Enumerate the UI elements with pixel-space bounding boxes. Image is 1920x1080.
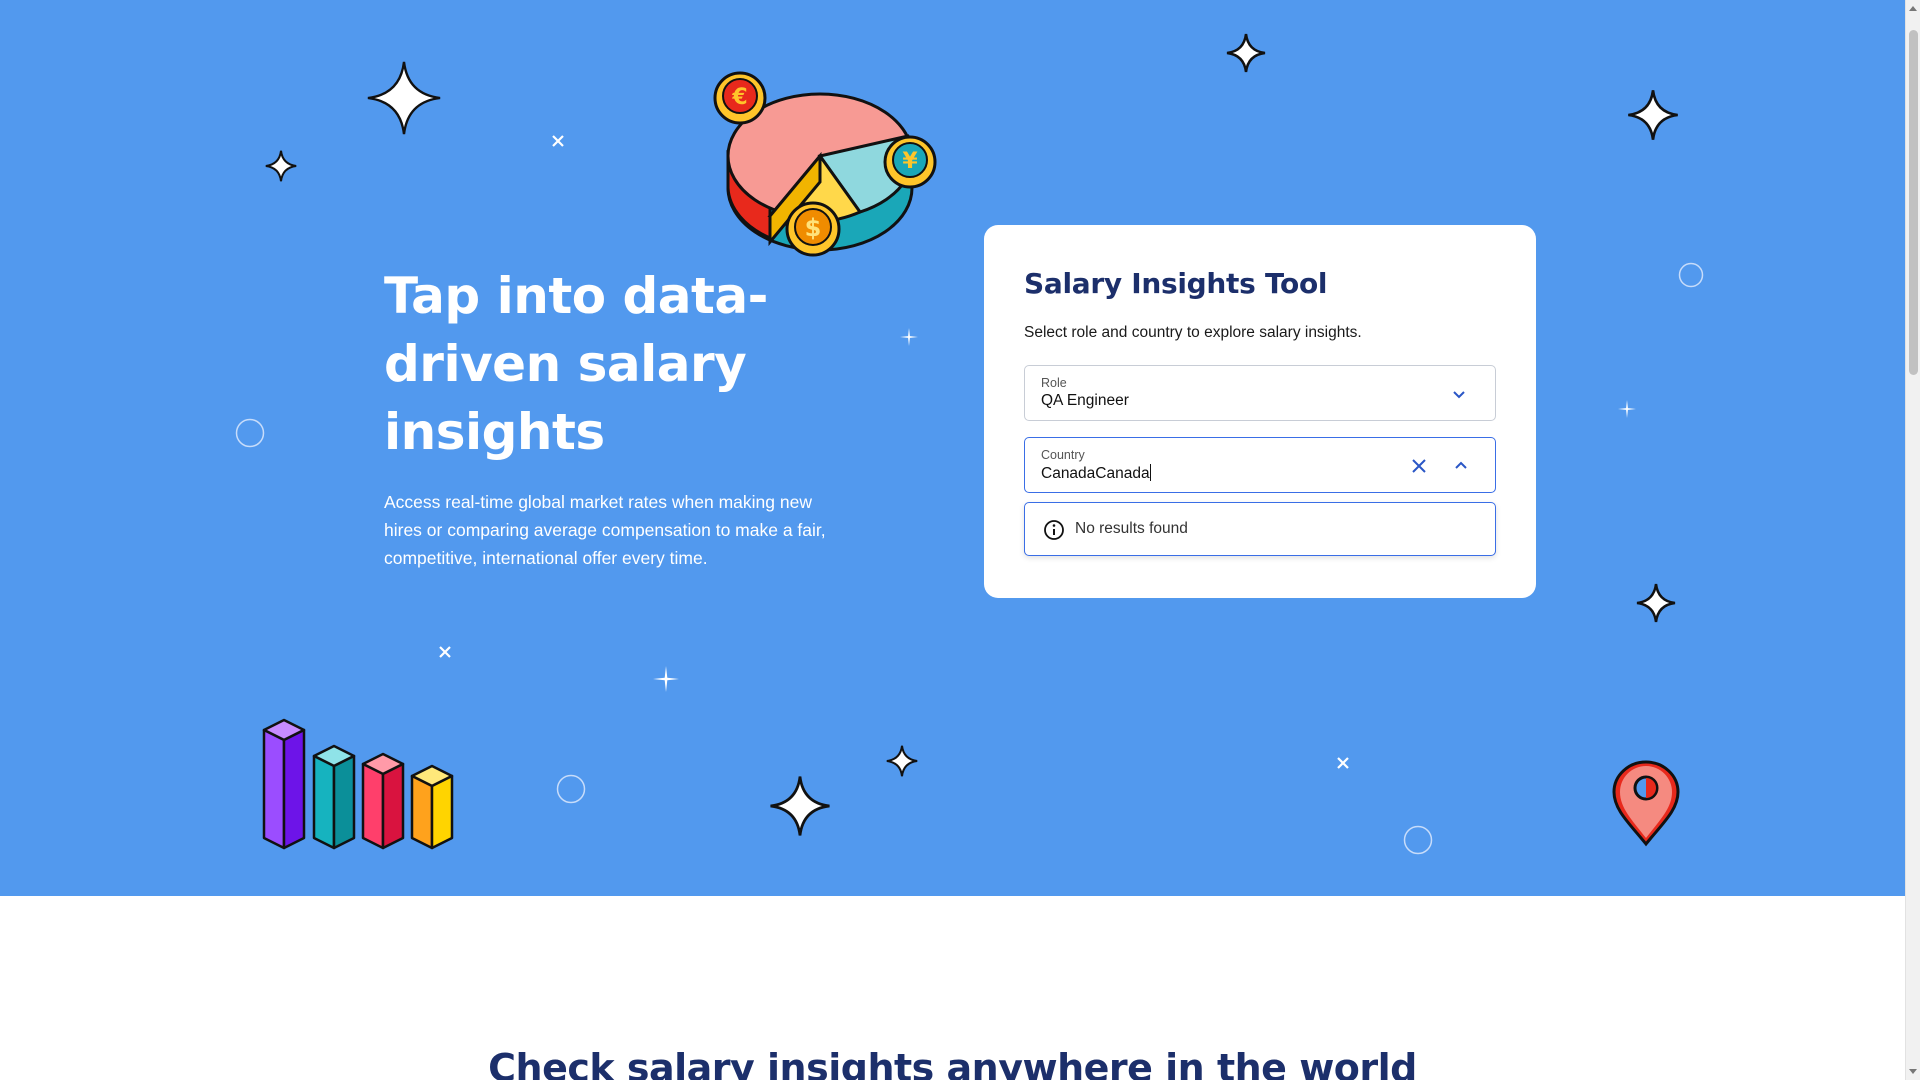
- hero-text: Tap into data-driven salary insights Acc…: [384, 262, 854, 572]
- sparkle-icon: [1636, 583, 1676, 623]
- cross-icon: [1337, 757, 1349, 769]
- role-value: QA Engineer: [1041, 392, 1129, 409]
- salary-insights-card: Salary Insights Tool Select role and cou…: [984, 225, 1536, 598]
- pie-chart-coins-illustration: € ¥ $: [713, 71, 937, 257]
- page-scrollbar[interactable]: [1905, 0, 1920, 1080]
- scroll-thumb[interactable]: [1909, 30, 1918, 375]
- coin-yen-symbol: ¥: [902, 149, 918, 174]
- coin-dollar-symbol: $: [805, 214, 822, 242]
- country-dropdown: No results found: [1024, 502, 1496, 556]
- sparkle-icon: [770, 776, 830, 836]
- bar-chart-illustration: [262, 718, 454, 850]
- card-description: Select role and country to explore salar…: [1024, 324, 1362, 341]
- location-pin-illustration: [1612, 760, 1680, 847]
- cross-icon: [552, 135, 564, 147]
- circle-icon: [556, 774, 586, 804]
- small-sparkle-icon: [653, 666, 679, 692]
- sparkle-icon: [367, 61, 441, 135]
- coin-euro-symbol: €: [731, 85, 747, 110]
- hero-section: € ¥ $ Tap into data-driven salary insigh…: [0, 0, 1905, 896]
- circle-icon: [1403, 825, 1433, 855]
- chevron-down-icon[interactable]: [1445, 380, 1473, 408]
- small-sparkle-icon: [1618, 400, 1636, 418]
- sparkle-icon: [1628, 90, 1678, 140]
- hero-subtitle: Access real-time global market rates whe…: [384, 492, 826, 568]
- circle-icon: [1678, 262, 1704, 288]
- scroll-up-arrow-icon[interactable]: [1909, 6, 1917, 11]
- no-results-message: No results found: [1075, 520, 1188, 537]
- sparkle-icon: [886, 745, 918, 777]
- chevron-up-icon[interactable]: [1447, 452, 1475, 480]
- circle-icon: [235, 418, 265, 448]
- hero-title: Tap into data-driven salary insights: [384, 267, 768, 461]
- country-input[interactable]: Country CanadaCanada: [1024, 437, 1496, 493]
- card-title: Salary Insights Tool: [1024, 267, 1328, 300]
- text-caret: [1149, 464, 1151, 481]
- cross-icon: [439, 646, 451, 658]
- role-label: Role: [1041, 376, 1067, 390]
- country-value[interactable]: CanadaCanada: [1041, 464, 1151, 483]
- sparkle-icon: [265, 150, 297, 182]
- country-value-text: CanadaCanada: [1041, 465, 1150, 482]
- info-icon: [1043, 519, 1065, 546]
- sparkle-icon: [1226, 33, 1266, 73]
- scroll-down-arrow-icon[interactable]: [1909, 1069, 1917, 1074]
- section-title: Check salary insights anywhere in the wo…: [488, 1046, 1417, 1080]
- role-select[interactable]: Role QA Engineer: [1024, 365, 1496, 421]
- country-label: Country: [1041, 448, 1085, 462]
- small-sparkle-icon: [900, 328, 918, 346]
- close-icon[interactable]: [1405, 452, 1433, 480]
